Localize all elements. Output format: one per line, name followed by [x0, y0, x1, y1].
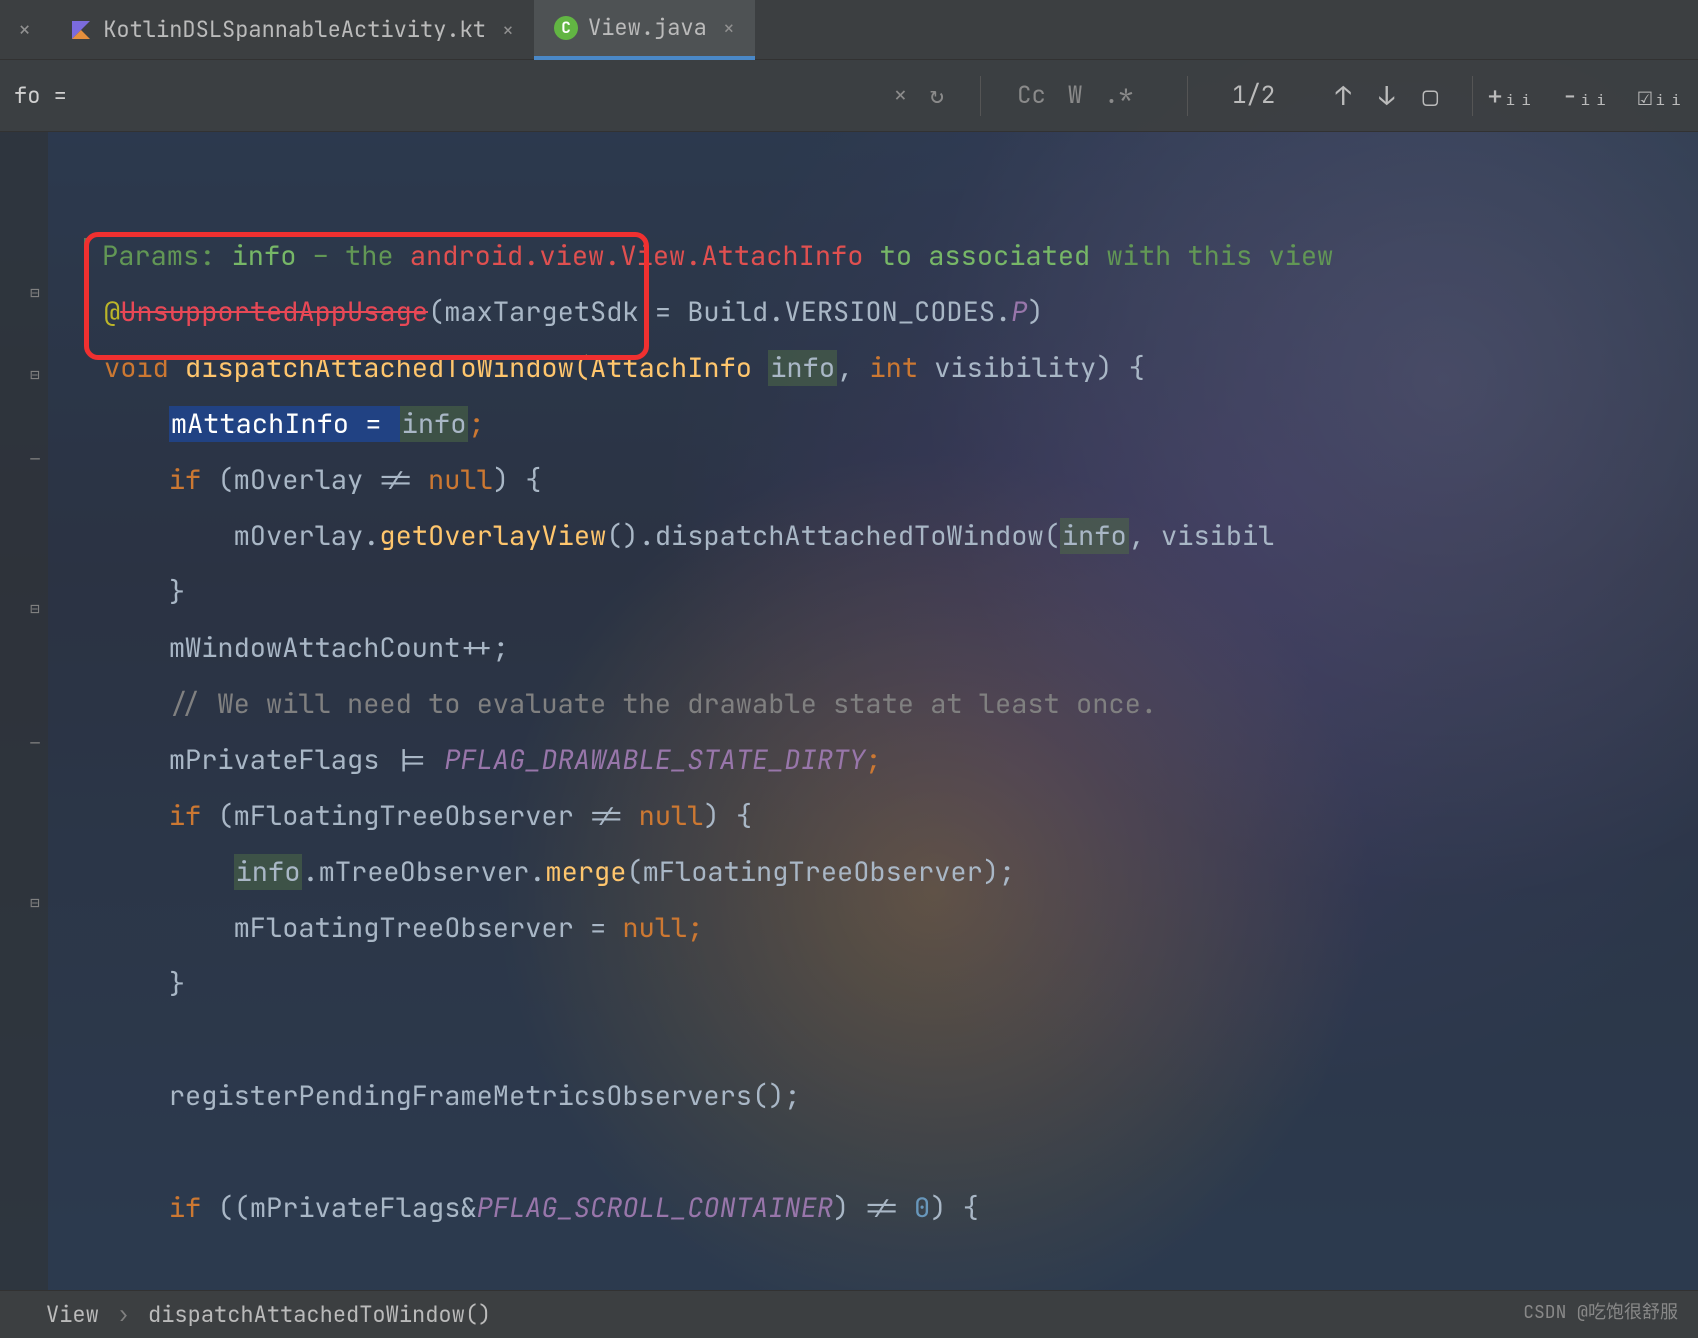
gutter[interactable]: ⊟ ⊟ — ⊟ — ⊟ [0, 132, 48, 1290]
fold-icon[interactable]: ⊟ [26, 364, 44, 382]
kotlin-file-icon [69, 18, 93, 42]
fold-icon[interactable]: — [26, 448, 44, 466]
fold-icon[interactable]: ⊟ [26, 282, 44, 300]
fold-icon[interactable]: ⊟ [26, 598, 44, 616]
assignment-line: mAttachInfo = info; [169, 406, 485, 442]
separator [1472, 76, 1473, 116]
prev-match-icon[interactable]: ↑ [1335, 78, 1351, 113]
breadcrumb: View › dispatchAttachedToWindow() [0, 1290, 1698, 1338]
word-toggle[interactable]: W [1068, 80, 1082, 111]
tab-bar: × KotlinDSLSpannableActivity.kt × C View… [0, 0, 1698, 60]
code-line: mWindowAttachCount++; [169, 630, 509, 666]
code-area[interactable]: Params: info – the android.view.View.Att… [48, 132, 1698, 1290]
javadoc-line: Params: info – the android.view.View.Att… [84, 238, 1333, 274]
find-input-prefix: fo = [14, 81, 67, 110]
separator [980, 76, 981, 116]
regex-toggle[interactable]: .* [1104, 80, 1133, 111]
tab-kotlin-file[interactable]: KotlinDSLSpannableActivity.kt × [49, 0, 534, 60]
separator [1187, 76, 1188, 116]
fold-icon[interactable]: — [26, 732, 44, 750]
close-icon[interactable]: × [502, 17, 514, 43]
code-line: info.mTreeObserver.merge(mFloatingTreeOb… [234, 854, 1016, 890]
breadcrumb-separator: › [117, 1300, 130, 1329]
close-icon[interactable]: × [723, 15, 735, 41]
select-all-icon[interactable]: ▢ [1423, 78, 1439, 113]
remove-selection-icon[interactable]: −ᵢᵢ [1562, 78, 1609, 113]
code-line: registerPendingFrameMetricsObservers(); [169, 1078, 801, 1114]
code-line: mFloatingTreeObserver = null; [234, 910, 704, 946]
close-icon[interactable]: × [0, 15, 49, 44]
annotation-line: @UnsupportedAppUsage(maxTargetSdk = Buil… [104, 294, 1044, 330]
tab-label: KotlinDSLSpannableActivity.kt [103, 15, 486, 44]
find-bar: fo = × ↻ Cc W .* 1/2 ↑ ↓ ▢ +ᵢᵢ −ᵢᵢ ☑ᵢᵢ [0, 60, 1698, 132]
comment-line: // We will need to evaluate the drawable… [169, 686, 1157, 722]
select-occurrences-icon[interactable]: ☑ᵢᵢ [1637, 78, 1684, 113]
code-line: mPrivateFlags |= PFLAG_DRAWABLE_STATE_DI… [169, 742, 882, 778]
reset-icon[interactable]: ↻ [930, 80, 944, 111]
brace: } [169, 966, 185, 1002]
if-line: if ((mPrivateFlags&PFLAG_SCROLL_CONTAINE… [169, 1190, 979, 1226]
if-line: if (mOverlay != null) { [169, 462, 542, 498]
tab-view-java[interactable]: C View.java × [534, 0, 755, 60]
if-line: if (mFloatingTreeObserver != null) { [169, 798, 752, 834]
breadcrumb-class[interactable]: View [46, 1300, 99, 1329]
class-file-icon: C [554, 16, 578, 40]
breadcrumb-method[interactable]: dispatchAttachedToWindow() [148, 1300, 491, 1329]
brace: } [169, 574, 185, 610]
close-icon[interactable]: × [893, 80, 907, 111]
next-match-icon[interactable]: ↓ [1379, 78, 1395, 113]
case-toggle[interactable]: Cc [1017, 80, 1046, 111]
fold-icon[interactable]: ⊟ [26, 892, 44, 910]
overlay-line: mOverlay.getOverlayView().dispatchAttach… [234, 518, 1275, 554]
watermark: CSDN @吃饱很舒服 [1523, 1298, 1678, 1324]
find-count: 1/2 [1202, 80, 1305, 111]
add-selection-icon[interactable]: +ᵢᵢ [1487, 78, 1534, 113]
editor[interactable]: ⊟ ⊟ — ⊟ — ⊟ Params: info – the android.v… [0, 132, 1698, 1290]
method-signature: void dispatchAttachedToWindow(AttachInfo… [104, 350, 1145, 386]
tab-label: View.java [588, 13, 707, 42]
